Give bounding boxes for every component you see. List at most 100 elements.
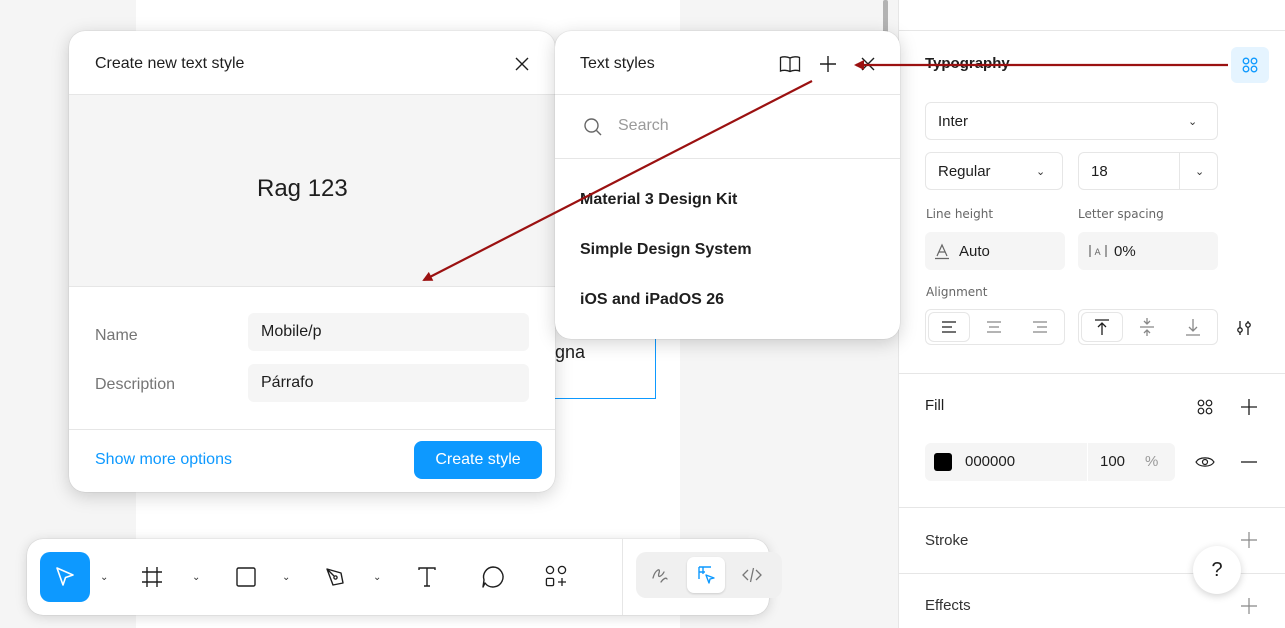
frame-tool-button[interactable]: [136, 561, 168, 593]
text-style-preview: Rag 123: [69, 95, 555, 287]
effects-section-title: Effects: [925, 597, 971, 614]
plus-icon: [1241, 598, 1257, 614]
align-right-icon: [1033, 321, 1047, 333]
description-input[interactable]: Párrafo: [248, 364, 529, 402]
canvas-scrollbar[interactable]: [883, 0, 888, 34]
divider: [69, 429, 555, 430]
create-text-style-dialog: Create new text style Rag 123 Name Mobil…: [69, 31, 555, 492]
align-right-button[interactable]: [1020, 313, 1060, 341]
create-style-button[interactable]: Create style: [414, 441, 542, 479]
remove-fill-button[interactable]: [1235, 448, 1263, 476]
styles-grid-icon: [1197, 399, 1213, 415]
line-height-value: Auto: [959, 242, 990, 260]
search-input[interactable]: Search: [618, 117, 669, 135]
divider: [899, 30, 1285, 31]
draw-mode-button[interactable]: [641, 557, 679, 593]
line-height-field[interactable]: Auto: [925, 232, 1065, 270]
chevron-down-icon: ⌄: [1188, 116, 1198, 128]
typography-section-title: Typography: [925, 55, 1010, 72]
text-styles-button[interactable]: [1231, 47, 1269, 83]
letter-spacing-value: 0%: [1114, 242, 1136, 260]
dev-mode-button[interactable]: [733, 557, 771, 593]
alignment-label: Alignment: [926, 285, 988, 299]
show-more-options-link[interactable]: Show more options: [95, 451, 232, 469]
stroke-section-title: Stroke: [925, 532, 969, 549]
close-dialog-button[interactable]: [509, 51, 535, 77]
align-middle-icon: [1140, 318, 1154, 336]
font-family-select[interactable]: Inter ⌄: [925, 102, 1218, 140]
eye-icon: [1195, 457, 1215, 467]
library-item[interactable]: Material 3 Design Kit: [580, 191, 737, 209]
letter-spacing-label: Letter spacing: [1078, 207, 1164, 221]
move-tool-button[interactable]: [40, 552, 90, 602]
add-effect-button[interactable]: [1235, 592, 1263, 620]
sliders-icon: [1237, 321, 1251, 335]
plus-icon: [820, 56, 836, 72]
align-top-icon: [1095, 319, 1109, 335]
actions-tool-button[interactable]: [539, 559, 573, 593]
create-style-plus-button[interactable]: [815, 51, 841, 77]
help-button[interactable]: ?: [1193, 546, 1241, 594]
fill-opacity-unit: %: [1145, 453, 1159, 470]
add-stroke-button[interactable]: [1235, 526, 1263, 554]
bottom-toolbar: ⌄ ⌄ ⌄ ⌄: [27, 539, 782, 615]
search-bar[interactable]: Search: [555, 95, 900, 159]
rectangle-icon: [236, 567, 256, 587]
library-item[interactable]: iOS and iPadOS 26: [580, 291, 724, 309]
vertical-alignment-group: [1078, 309, 1218, 345]
text-tool-button[interactable]: [411, 561, 443, 593]
chevron-down-icon[interactable]: ⌄: [282, 572, 290, 583]
align-bottom-icon: [1186, 319, 1200, 336]
code-icon: [742, 567, 762, 583]
fill-opacity-value: 100: [1100, 453, 1126, 470]
chevron-down-icon[interactable]: ⌄: [373, 572, 381, 583]
name-input[interactable]: Mobile/p: [248, 313, 529, 351]
fill-hex-value: 000000: [965, 453, 1016, 470]
font-size-value: 18: [1091, 162, 1108, 180]
description-label: Description: [95, 376, 176, 393]
align-left-button[interactable]: [929, 313, 969, 341]
align-bottom-button[interactable]: [1173, 313, 1213, 341]
close-icon: [515, 57, 529, 71]
type-settings-button[interactable]: [1230, 314, 1258, 342]
divider: [622, 539, 623, 615]
fill-styles-button[interactable]: [1191, 393, 1219, 421]
horizontal-alignment-group: [925, 309, 1065, 345]
chevron-down-icon: ⌄: [1036, 166, 1046, 178]
search-icon: [584, 118, 602, 136]
library-item[interactable]: Simple Design System: [580, 241, 752, 259]
chevron-down-icon[interactable]: ⌄: [192, 572, 200, 583]
text-styles-panel: Text styles Search Material 3 Design Kit…: [555, 31, 900, 339]
align-center-button[interactable]: [974, 313, 1014, 341]
plus-icon: [1241, 399, 1257, 415]
font-weight-select[interactable]: Regular ⌄: [925, 152, 1063, 190]
fill-color-field[interactable]: 000000 100 %: [925, 443, 1175, 481]
font-size-field[interactable]: 18 ⌄: [1078, 152, 1218, 190]
align-middle-button[interactable]: [1127, 313, 1167, 341]
align-center-icon: [987, 321, 1001, 333]
font-family-value: Inter: [938, 112, 969, 130]
panel-header: Text styles: [555, 31, 900, 95]
line-height-icon: [935, 243, 949, 260]
align-left-icon: [942, 321, 956, 333]
book-icon: [779, 56, 801, 73]
chevron-down-icon[interactable]: ⌄: [100, 572, 108, 583]
add-fill-button[interactable]: [1235, 393, 1263, 421]
fill-color-swatch[interactable]: [934, 453, 952, 471]
close-panel-button[interactable]: [855, 51, 881, 77]
plus-icon: [1241, 532, 1257, 548]
pen-tool-button[interactable]: [319, 561, 351, 593]
letter-spacing-field[interactable]: A 0%: [1078, 232, 1218, 270]
comment-tool-button[interactable]: [477, 561, 509, 593]
libraries-button[interactable]: [777, 51, 803, 77]
name-label: Name: [95, 327, 138, 344]
close-icon: [861, 57, 875, 71]
shape-tool-button[interactable]: [230, 561, 262, 593]
font-weight-value: Regular: [938, 162, 991, 180]
toggle-fill-visibility-button[interactable]: [1191, 448, 1219, 476]
line-height-label: Line height: [926, 207, 994, 221]
comment-icon: [482, 566, 504, 588]
design-mode-button[interactable]: [687, 557, 725, 593]
align-top-button[interactable]: [1082, 313, 1122, 341]
svg-text:A: A: [1095, 248, 1102, 258]
